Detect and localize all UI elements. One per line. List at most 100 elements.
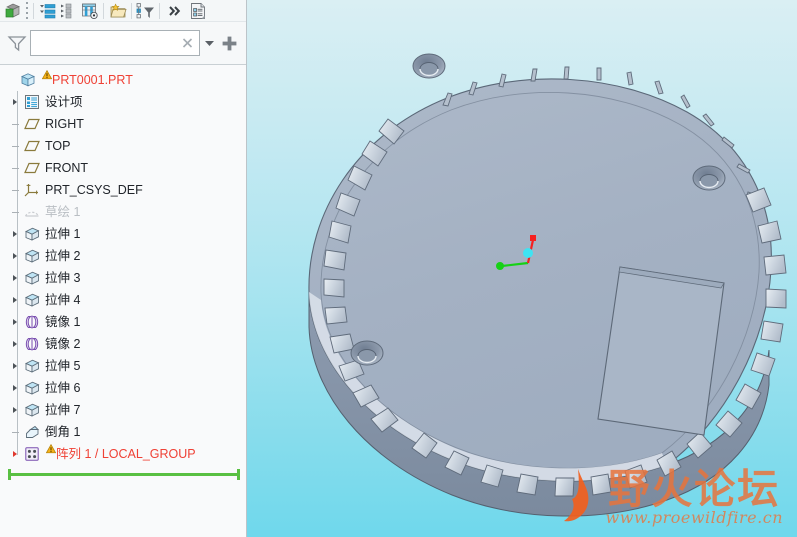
chevron-right-icon (13, 407, 17, 413)
tree-item[interactable]: FRONT (0, 157, 246, 179)
table-columns-icon (81, 3, 98, 19)
tree-expand-arrow[interactable] (8, 355, 22, 377)
filter-dropdown-button[interactable] (200, 32, 218, 54)
tree-item[interactable]: 镜像 1 (0, 311, 246, 333)
add-filter-button[interactable] (218, 32, 240, 54)
overflow-button[interactable] (163, 1, 187, 21)
tree-item[interactable]: 阵列 1 / LOCAL_GROUP (0, 443, 246, 465)
insert-bar-cap-right (237, 469, 240, 480)
part-cube-icon (21, 73, 35, 87)
extrude-icon (25, 403, 40, 417)
graphics-viewport[interactable]: 野火论坛 www.proewildfire.cn (247, 0, 797, 537)
tree-expand-arrow[interactable] (8, 91, 22, 113)
tree-item-label: RIGHT (45, 117, 84, 131)
tree-item-label: TOP (45, 139, 71, 153)
tree-filter-input-wrapper[interactable] (30, 30, 200, 56)
datum-plane-icon (22, 157, 42, 179)
toolbar-separator-4 (159, 2, 160, 19)
drag-dots-icon[interactable] (23, 2, 30, 20)
tree-expand-arrow[interactable] (8, 223, 22, 245)
model-tree-panel: PRT0001.PRT 设计项 RIGHT TOP FRONT PRT_CSYS_DEF 草… (0, 0, 247, 537)
expand-collapse-button[interactable] (58, 1, 79, 21)
chevron-right-icon (13, 253, 17, 259)
tree-expand-arrow[interactable] (8, 333, 22, 355)
tree-item[interactable]: 草绘 1 (0, 201, 246, 223)
tree-item[interactable]: 拉伸 2 (0, 245, 246, 267)
tree-item-label: 拉伸 4 (45, 293, 81, 307)
show-model-tree-button[interactable] (2, 1, 23, 21)
coord-system-icon (22, 179, 42, 201)
tree-filters-button[interactable] (135, 1, 156, 21)
tree-item[interactable]: 镜像 2 (0, 333, 246, 355)
close-x-icon[interactable] (181, 37, 194, 50)
chevron-right-icon (13, 275, 17, 281)
tree-item[interactable]: 拉伸 3 (0, 267, 246, 289)
datum-plane-icon (24, 118, 40, 130)
tree-item-label: 镜像 1 (45, 315, 81, 329)
part-cube-icon (18, 69, 38, 91)
pattern-icon (25, 447, 39, 461)
chevron-right-icon (13, 231, 17, 237)
tree-item[interactable]: TOP (0, 135, 246, 157)
tree-expand-arrow[interactable] (8, 289, 22, 311)
document-list-icon (190, 2, 205, 19)
model-tree-container[interactable]: PRT0001.PRT 设计项 RIGHT TOP FRONT PRT_CSYS_DEF 草… (0, 64, 246, 537)
dash-glyph (11, 145, 19, 147)
search-input[interactable] (31, 31, 199, 55)
tree-expand-arrow[interactable] (8, 311, 22, 333)
tree-columns-button[interactable] (79, 1, 100, 21)
tree-item-label: 镜像 2 (45, 337, 81, 351)
tree-item[interactable]: 拉伸 6 (0, 377, 246, 399)
tree-expand-arrow[interactable] (8, 399, 22, 421)
funnel-icon[interactable] (6, 32, 28, 54)
tree-leaf-dash (8, 113, 22, 135)
hole-2 (692, 165, 726, 191)
tree-expand-arrow[interactable] (8, 443, 22, 465)
cube-green-icon (5, 3, 20, 18)
sketch-icon (22, 201, 42, 223)
datum-plane-icon (24, 140, 40, 152)
mirror-icon (22, 311, 42, 333)
tree-item[interactable]: 拉伸 4 (0, 289, 246, 311)
tree-item[interactable]: PRT_CSYS_DEF (0, 179, 246, 201)
extrude-icon (22, 245, 42, 267)
chevron-double-right-icon (169, 5, 181, 16)
tree-settings-button[interactable] (187, 1, 208, 21)
dash-glyph (11, 123, 19, 125)
model-tree: PRT0001.PRT 设计项 RIGHT TOP FRONT PRT_CSYS_DEF 草… (0, 65, 246, 465)
mirror-icon (25, 337, 39, 351)
tree-item-label: PRT0001.PRT (52, 73, 133, 87)
dash-glyph (11, 211, 19, 213)
extrude-icon (22, 377, 42, 399)
tree-item[interactable]: RIGHT (0, 113, 246, 135)
tree-nodes-icon (61, 3, 72, 19)
tree-item-label: 倒角 1 (45, 425, 81, 439)
tree-item-label: 拉伸 5 (45, 359, 81, 373)
tree-item[interactable]: 拉伸 7 (0, 399, 246, 421)
tree-expand-arrow[interactable] (8, 377, 22, 399)
folder-star-icon (109, 3, 127, 17)
chevron-right-icon (13, 363, 17, 369)
warning-triangle-icon (41, 70, 52, 80)
chamfer-icon (22, 421, 42, 443)
tree-filter-row (0, 22, 246, 64)
warning-triangle-icon (45, 444, 56, 454)
layers-button[interactable] (107, 1, 128, 21)
tree-item[interactable]: 倒角 1 (0, 421, 246, 443)
extrude-icon (22, 289, 42, 311)
tree-expand-arrow[interactable] (8, 267, 22, 289)
insert-bar-line (11, 473, 237, 476)
tree-item[interactable]: 设计项 (0, 91, 246, 113)
model-3d-view (308, 53, 787, 517)
tree-item[interactable]: 拉伸 1 (0, 223, 246, 245)
tree-root-item[interactable]: PRT0001.PRT (0, 69, 246, 91)
tree-item[interactable]: 拉伸 5 (0, 355, 246, 377)
model-tree-toolbar (0, 0, 246, 22)
warning-badge (45, 442, 56, 466)
tree-display-button[interactable] (37, 1, 58, 21)
tree-leaf-dash (8, 179, 22, 201)
tree-expand-arrow[interactable] (8, 245, 22, 267)
chamfer-icon (26, 425, 40, 438)
plus-icon (222, 36, 236, 50)
insert-here-bar[interactable] (8, 469, 240, 480)
